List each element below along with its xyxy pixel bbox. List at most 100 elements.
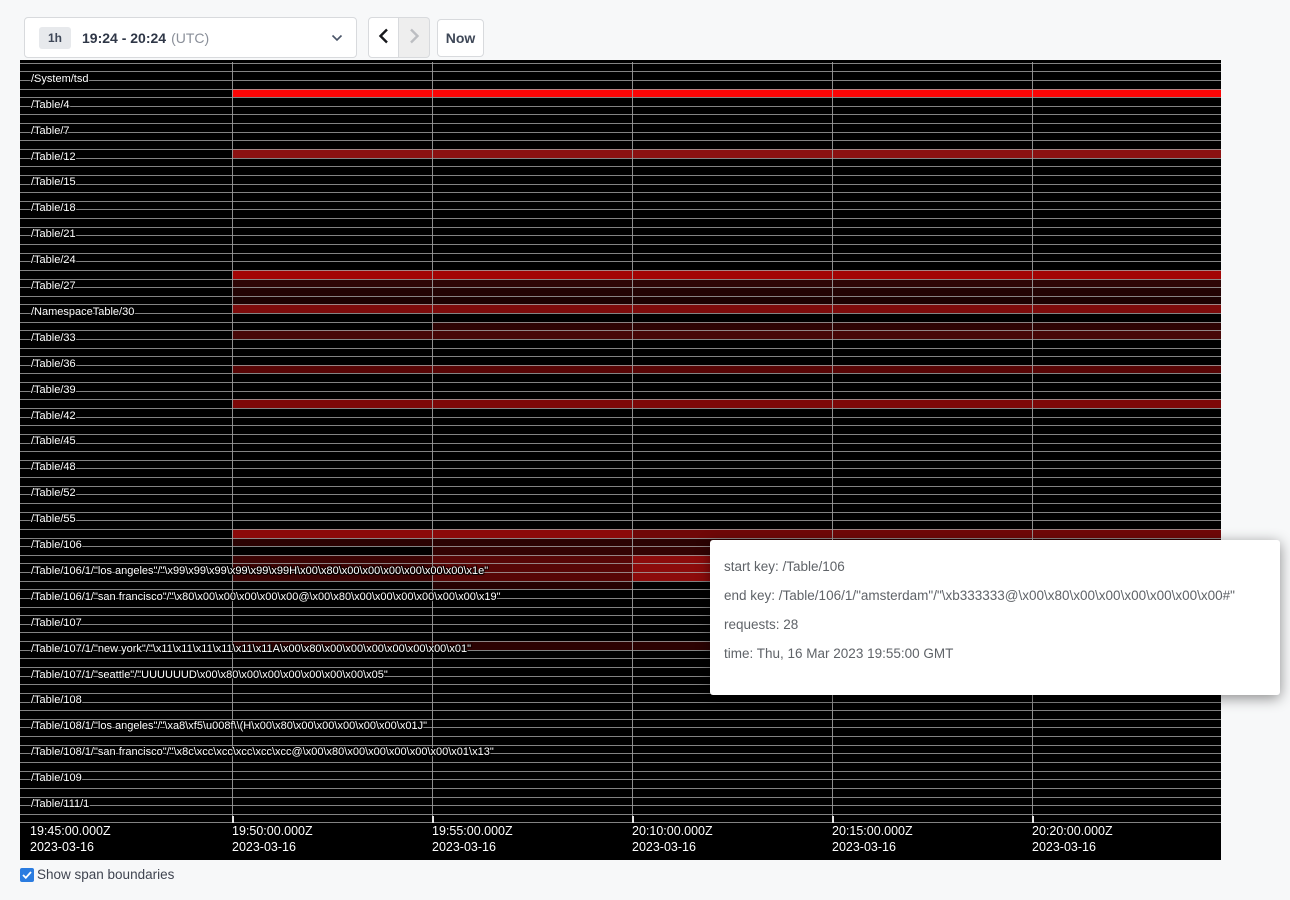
span-key-label: /Table/15: [31, 177, 76, 188]
next-interval-button-disabled[interactable]: [399, 17, 430, 58]
span-boundary-line: [20, 797, 1221, 798]
time-gridline: [432, 62, 433, 823]
span-boundary-line: [20, 468, 1221, 469]
span-boundary-line: [20, 132, 1221, 133]
span-key-label: /System/tsd: [31, 74, 88, 85]
span-boundary-line: [20, 123, 1221, 124]
span-boundary-line: [20, 89, 1221, 90]
span-key-label: /Table/106: [31, 540, 82, 551]
axis-tick-time: 20:10:00.000Z: [632, 825, 713, 838]
span-boundary-line: [20, 304, 1221, 305]
heatmap-band[interactable]: [632, 529, 1222, 538]
span-tooltip: start key: /Table/106 end key: /Table/10…: [710, 540, 1280, 695]
span-key-label: /Table/27: [31, 281, 76, 292]
span-boundary-line: [20, 261, 1221, 262]
span-key-label: /Table/109: [31, 773, 82, 784]
span-boundary-line: [20, 538, 1221, 539]
span-boundary-line: [20, 503, 1221, 504]
heatmap-band[interactable]: [232, 287, 1222, 296]
heatmap-band[interactable]: [232, 296, 1222, 305]
span-boundary-line: [20, 788, 1221, 789]
time-gridline: [832, 62, 833, 823]
span-boundary-line: [20, 425, 1221, 426]
span-key-label: /Table/52: [31, 488, 76, 499]
show-span-boundaries-label: Show span boundaries: [37, 867, 174, 882]
tooltip-start-key: start key: /Table/106: [724, 559, 1266, 575]
span-boundary-line: [20, 762, 1221, 763]
heatmap-band[interactable]: [432, 581, 632, 590]
span-boundary-line: [20, 451, 1221, 452]
axis-tick-date: 2023-03-16: [432, 841, 496, 854]
span-key-label: /Table/21: [31, 229, 76, 240]
span-key-label: /Table/111/1: [31, 799, 89, 810]
axis-tick-date: 2023-03-16: [1032, 841, 1096, 854]
heatmap-band[interactable]: [432, 322, 1222, 331]
span-boundary-line: [20, 97, 1221, 98]
span-boundary-line: [20, 322, 1221, 323]
span-key-label: /Table/4: [31, 100, 70, 111]
span-boundary-line: [20, 365, 1221, 366]
span-boundary-line: [20, 434, 1221, 435]
span-boundary-line: [20, 529, 1221, 530]
heatmap-band[interactable]: [232, 365, 1222, 374]
span-boundary-line: [20, 408, 1221, 409]
heatmap-band[interactable]: [232, 330, 1222, 339]
footer-controls: Show span boundaries: [20, 867, 174, 882]
axis-tick-time: 19:45:00.000Z: [30, 825, 111, 838]
time-range-selector[interactable]: 1h 19:24 - 20:24 (UTC): [24, 17, 357, 58]
span-boundary-line: [20, 166, 1221, 167]
span-boundary-line: [20, 382, 1221, 383]
show-span-boundaries-checkbox[interactable]: [20, 868, 34, 882]
span-key-label: /Table/106/1/"los angeles"/"\x99\x99\x99…: [31, 566, 488, 577]
span-boundary-line: [20, 209, 1221, 210]
heatmap-band[interactable]: [232, 149, 1222, 158]
heatmap-band[interactable]: [232, 279, 1222, 288]
span-boundary-line: [20, 313, 1221, 314]
span-key-label: /Table/18: [31, 203, 76, 214]
heatmap-band[interactable]: [232, 270, 1222, 279]
span-boundary-line: [20, 71, 1221, 72]
heatmap-band[interactable]: [232, 304, 1222, 313]
span-boundary-line: [20, 477, 1221, 478]
span-boundary-line: [20, 140, 1221, 141]
span-boundary-line: [20, 702, 1221, 703]
axis-tick-time: 20:20:00.000Z: [1032, 825, 1113, 838]
span-key-label: /Table/108/1/"san francisco"/"\x8c\xcc\x…: [31, 747, 494, 758]
tooltip-end-key: end key: /Table/106/1/"amsterdam"/"\xb33…: [724, 588, 1266, 604]
span-key-label: /Table/39: [31, 385, 76, 396]
axis-tickmark: [632, 816, 634, 823]
axis-tickmark: [1032, 816, 1034, 823]
heatmap-band[interactable]: [232, 555, 432, 564]
chevron-right-icon: [409, 28, 420, 47]
tooltip-requests: requests: 28: [724, 617, 1266, 633]
span-key-label: /NamespaceTable/30: [31, 307, 134, 318]
now-button[interactable]: Now: [437, 19, 484, 57]
time-range-value: 19:24 - 20:24: [82, 30, 166, 46]
axis-tick-date: 2023-03-16: [832, 841, 896, 854]
span-key-label: /Table/42: [31, 411, 76, 422]
key-visualizer-heatmap[interactable]: /System/tsd/Table/4/Table/7/Table/12/Tab…: [20, 60, 1221, 860]
span-boundary-line: [20, 814, 1221, 815]
span-boundary-line: [20, 512, 1221, 513]
span-key-label: /Table/107/1/"new york"/"\x11\x11\x11\x1…: [31, 644, 471, 655]
span-boundary-line: [20, 710, 1221, 711]
span-boundary-line: [20, 218, 1221, 219]
span-boundary-line: [20, 201, 1221, 202]
span-key-label: /Table/12: [31, 152, 76, 163]
span-boundary-line: [20, 356, 1221, 357]
heatmap-band[interactable]: [432, 555, 632, 564]
heatmap-band[interactable]: [232, 399, 1222, 408]
span-boundary-line: [20, 235, 1221, 236]
span-boundary-line: [20, 149, 1221, 150]
previous-interval-button[interactable]: [368, 17, 399, 58]
span-boundary-line: [20, 287, 1221, 288]
span-key-label: /Table/107/1/"seattle"/"UUUUUUD\x00\x80\…: [31, 670, 388, 681]
span-boundary-line: [20, 339, 1221, 340]
span-boundary-line: [20, 63, 1221, 64]
time-gridline: [1032, 62, 1033, 823]
time-nav-group: [368, 17, 430, 58]
heatmap-band[interactable]: [232, 89, 1222, 98]
time-gridline: [232, 62, 233, 823]
axis-tick-time: 19:50:00.000Z: [232, 825, 313, 838]
span-boundary-line: [20, 373, 1221, 374]
